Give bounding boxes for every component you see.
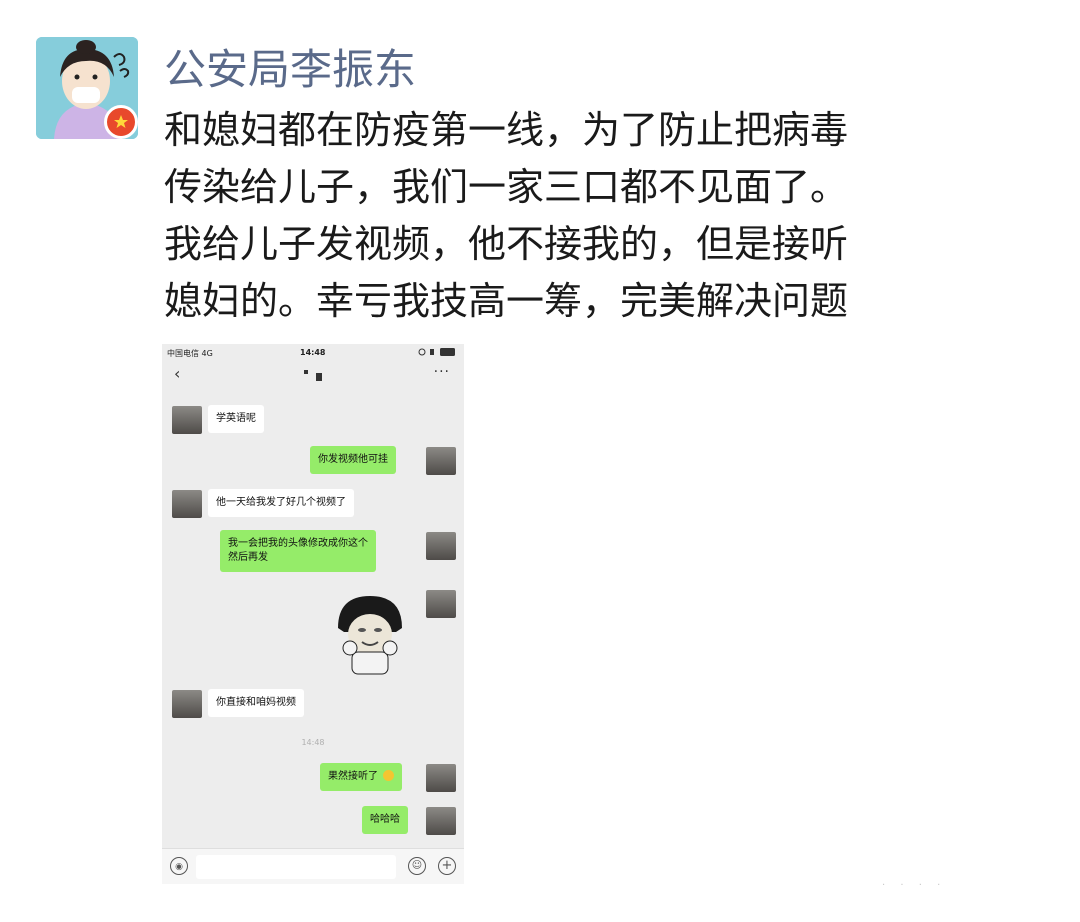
- post-line: 和媳妇都在防疫第一线，为了防止把病毒: [164, 108, 849, 152]
- chat-title-redacted: [304, 370, 326, 382]
- meme-sticker-image[interactable]: [332, 592, 408, 676]
- self-avatar[interactable]: [426, 807, 456, 835]
- chat-screenshot-image[interactable]: 中国电信 4G 14:48 ‹ ··· 学英语呢 你发视频他可挂 他一天给我发了…: [162, 344, 464, 884]
- message-outgoing[interactable]: 你发视频他可挂: [310, 446, 396, 474]
- message-incoming[interactable]: 他一天给我发了好几个视频了: [208, 489, 354, 517]
- message-input[interactable]: [196, 855, 396, 879]
- emoji-icon[interactable]: ☺: [408, 857, 426, 875]
- status-time: 14:48: [300, 348, 326, 357]
- carrier-label: 中国电信 4G: [167, 349, 213, 358]
- message-outgoing[interactable]: 果然接听了: [320, 763, 403, 791]
- post-line: 传染给儿子，我们一家三口都不见面了。: [164, 165, 849, 209]
- message-incoming[interactable]: 你直接和咱妈视频: [208, 689, 304, 717]
- self-avatar[interactable]: [426, 590, 456, 618]
- contact-avatar[interactable]: [172, 690, 202, 718]
- self-avatar[interactable]: [426, 532, 456, 560]
- watermark-dots: · · · ·: [882, 880, 947, 891]
- chat-input-bar: ◉ ☺ +: [162, 848, 464, 884]
- message-line: 然后再发: [228, 552, 268, 563]
- post-body: 和媳妇都在防疫第一线，为了防止把病毒 传染给儿子，我们一家三口都不见面了。 我给…: [164, 102, 1064, 330]
- contact-avatar[interactable]: [172, 406, 202, 434]
- contact-avatar[interactable]: [172, 490, 202, 518]
- post-line: 我给儿子发视频，他不接我的，但是接听: [164, 222, 849, 266]
- national-flag-badge-icon: [104, 105, 138, 139]
- status-bar: 中国电信 4G 14:48: [162, 344, 464, 360]
- message-incoming[interactable]: 学英语呢: [208, 405, 264, 433]
- plus-icon[interactable]: +: [438, 857, 456, 875]
- message-outgoing[interactable]: 哈哈哈: [362, 806, 408, 834]
- message-line: 我一会把我的头像修改成你这个: [228, 538, 368, 549]
- message-text: 果然接听了: [328, 771, 378, 782]
- post-line: 媳妇的。幸亏我技高一筹，完美解决问题: [164, 279, 849, 323]
- more-dots-icon[interactable]: ···: [434, 364, 450, 380]
- message-outgoing[interactable]: 我一会把我的头像修改成你这个 然后再发: [220, 530, 376, 572]
- author-name[interactable]: 公安局李振东: [164, 36, 416, 97]
- smile-emoji-icon: [383, 770, 395, 781]
- self-avatar[interactable]: [426, 447, 456, 475]
- voice-icon[interactable]: ◉: [170, 857, 188, 875]
- self-avatar[interactable]: [426, 764, 456, 792]
- time-divider: 14:48: [301, 738, 325, 747]
- chat-header: ‹ ···: [162, 362, 464, 388]
- battery-icon: [418, 347, 458, 359]
- back-chevron-icon[interactable]: ‹: [174, 364, 180, 383]
